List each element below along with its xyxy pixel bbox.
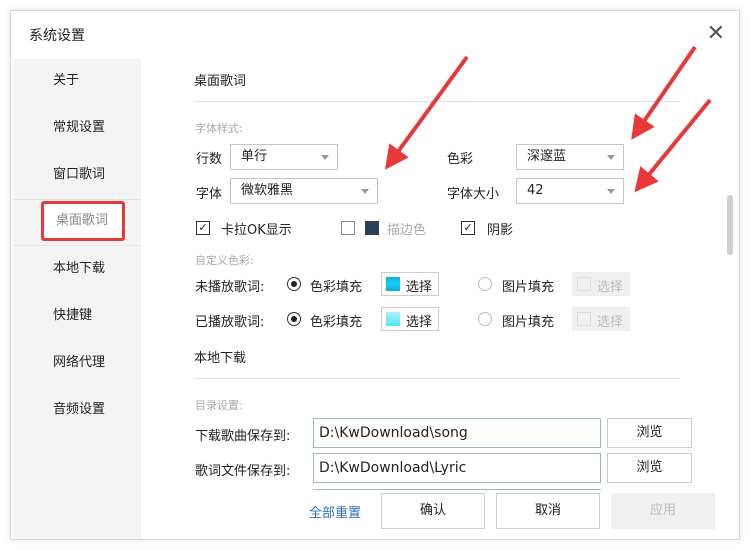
red-arrow-icon xyxy=(384,55,469,170)
red-arrow-icon xyxy=(631,45,697,140)
annotation-arrows xyxy=(384,45,712,193)
